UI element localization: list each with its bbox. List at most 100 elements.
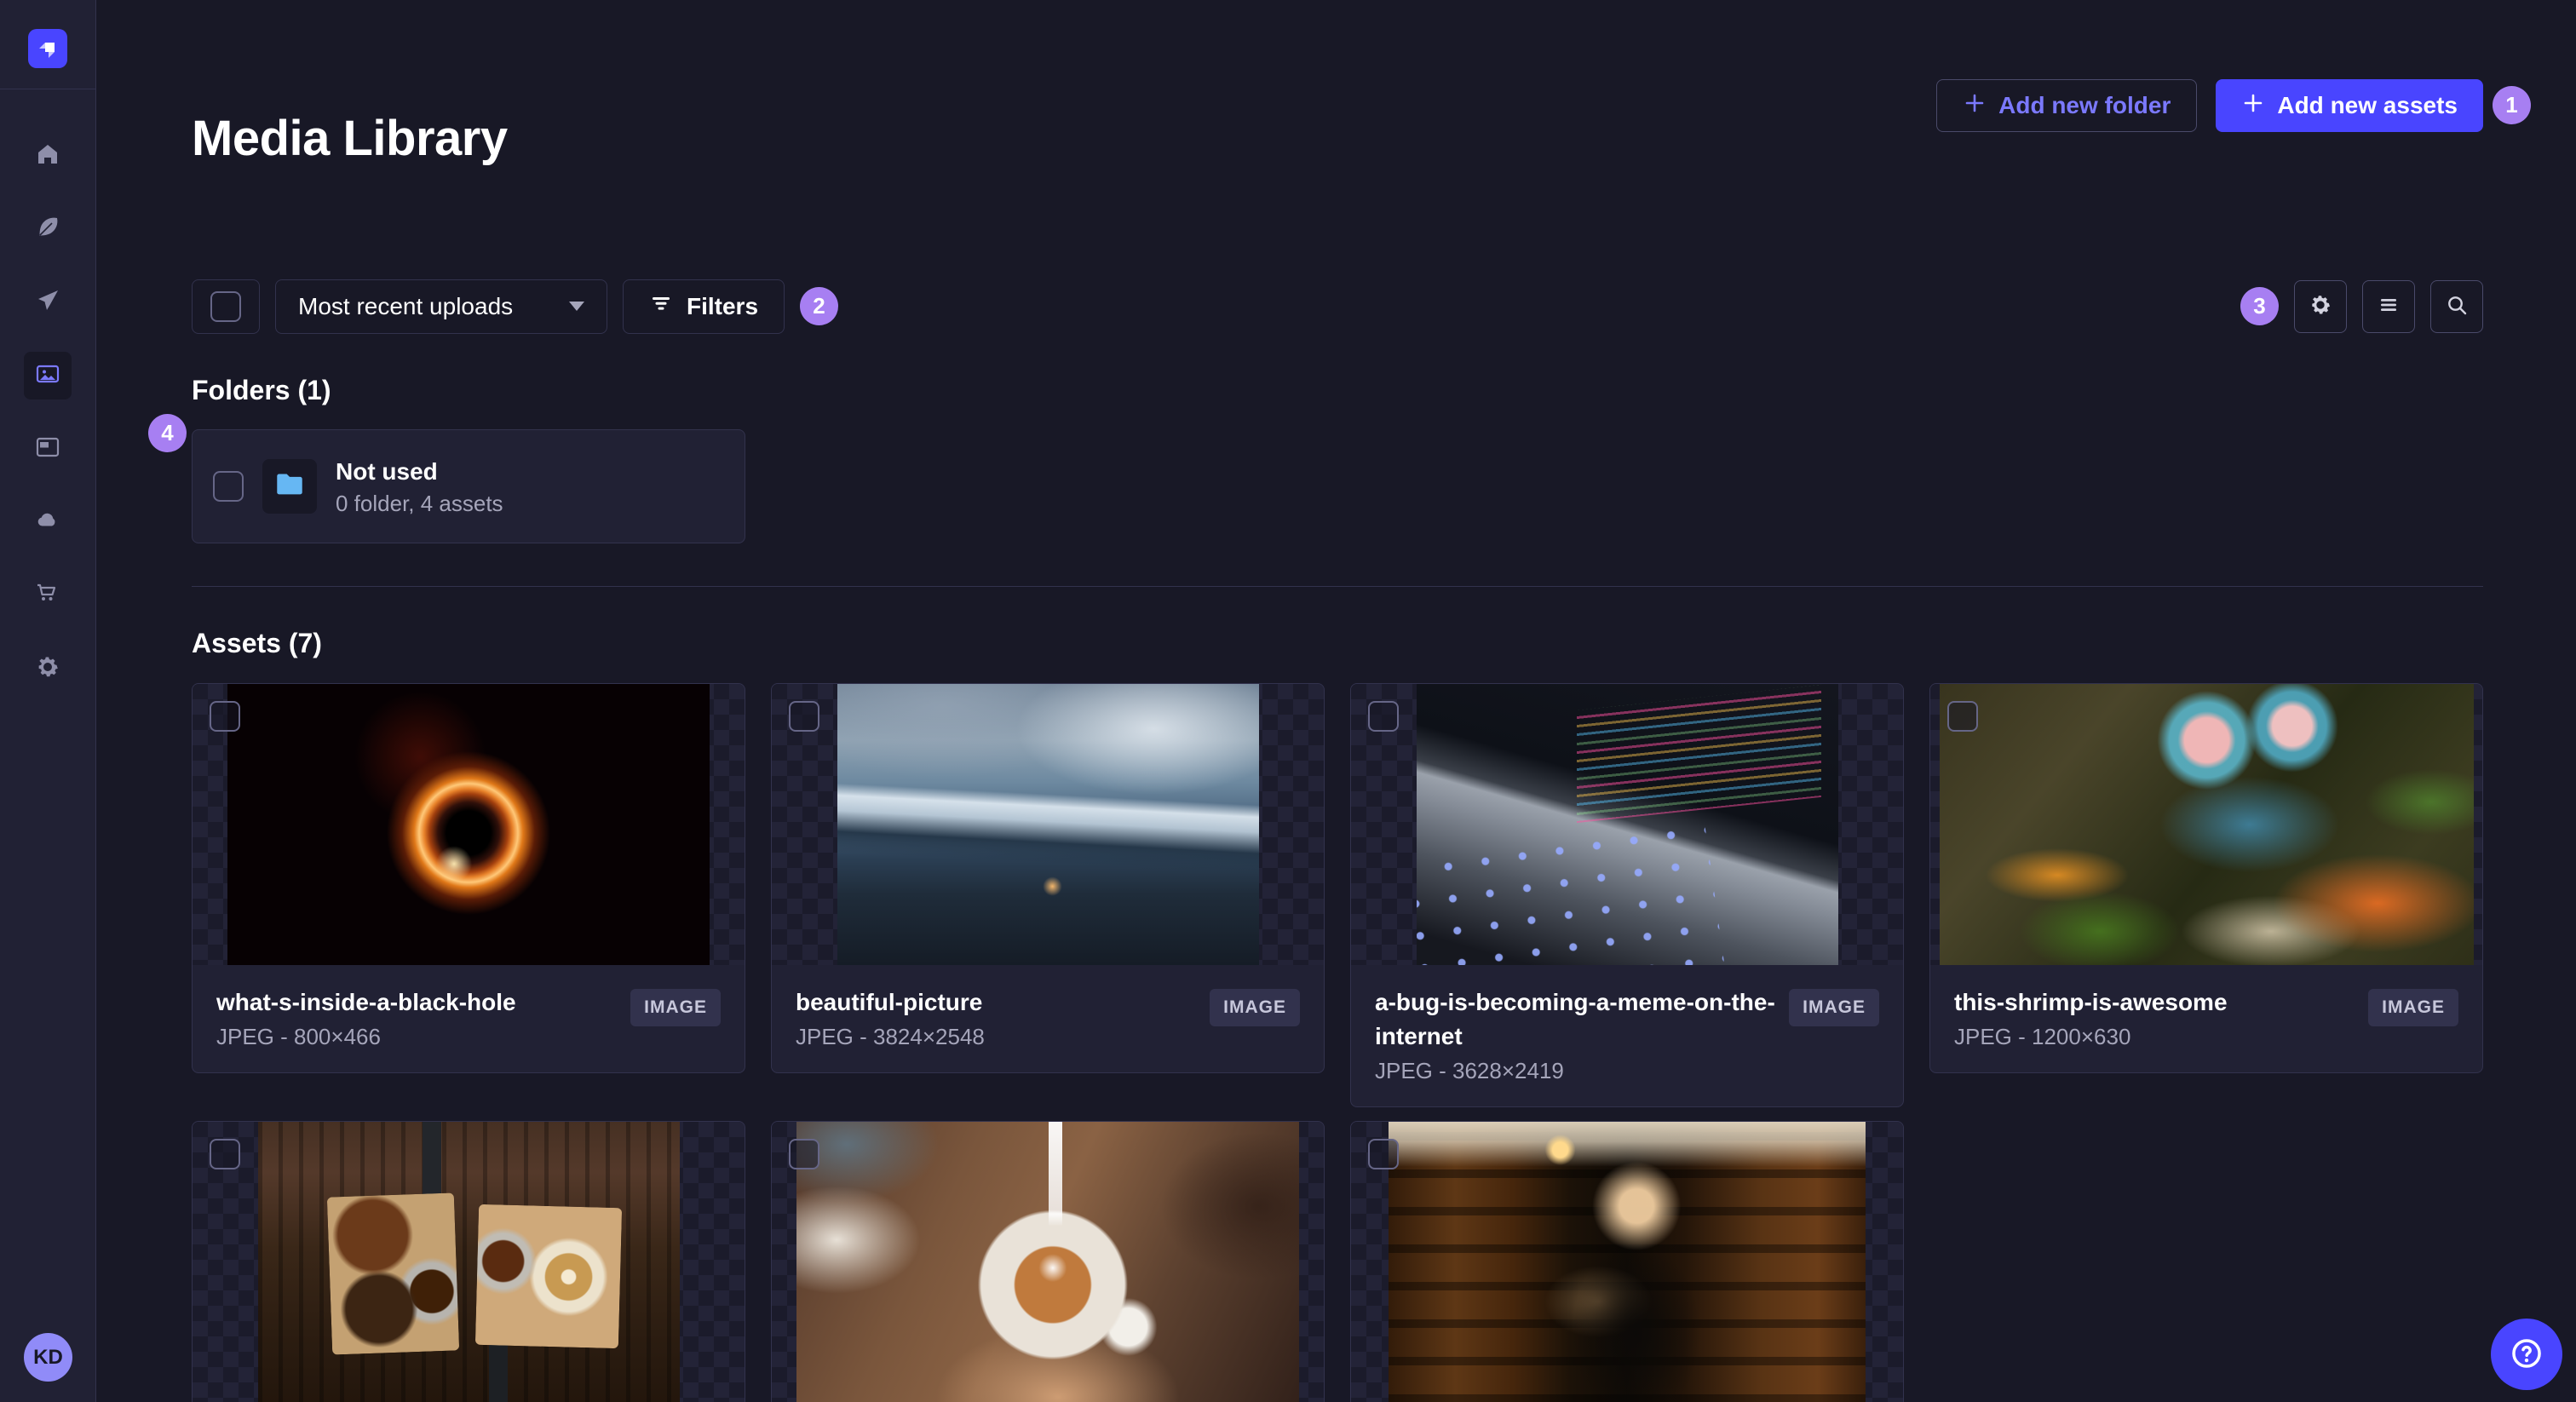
asset-card[interactable]: this-shrimp-is-awesome JPEG - 1200×630 I…	[1929, 682, 2483, 1073]
view-settings-button[interactable]	[2294, 279, 2347, 333]
assets-heading: Assets (7)	[192, 628, 322, 659]
asset-checkbox[interactable]	[1947, 700, 1978, 732]
asset-card[interactable]: coffee-beans JPEG - 5021×3347 IMAGE	[192, 1120, 745, 1402]
laptop-code-photo	[1416, 683, 1838, 965]
section-divider	[192, 586, 2483, 588]
search-icon	[2445, 293, 2469, 319]
asset-title: what-s-inside-a-black-hole	[216, 988, 516, 1015]
step-badge-4: 4	[148, 413, 187, 452]
folder-subtitle: 0 folder, 4 assets	[336, 490, 503, 516]
toolbar-left: Most recent uploads Filters 2	[192, 279, 839, 334]
asset-card[interactable]: the-internet-s-own-boy JPEG - 1200×707 I…	[1350, 1120, 1904, 1402]
asset-title: a-bug-is-becoming-a-meme-on-the-internet	[1375, 988, 1775, 1049]
select-all-checkbox[interactable]	[210, 290, 241, 322]
coffee-beans-photo	[257, 1121, 680, 1402]
sidebar-item-media-library[interactable]	[24, 352, 72, 399]
page-header: Media Library Add new folder Add new ass…	[192, 78, 2531, 199]
sidebar-item-deploy[interactable]	[24, 498, 72, 546]
search-button[interactable]	[2430, 279, 2483, 333]
help-button[interactable]	[2491, 1319, 2562, 1390]
asset-type-badge: IMAGE	[2368, 988, 2458, 1026]
asset-checkbox[interactable]	[789, 700, 819, 732]
question-mark-icon	[2509, 1336, 2544, 1374]
asset-info: what-s-inside-a-black-hole JPEG - 800×46…	[216, 985, 617, 1052]
cart-icon	[35, 581, 60, 611]
sort-dropdown-value: Most recent uploads	[298, 292, 514, 319]
asset-card[interactable]: beautiful-picture JPEG - 3824×2548 IMAGE	[771, 682, 1325, 1073]
mountains-photo	[837, 683, 1259, 965]
folder-checkbox[interactable]	[213, 471, 244, 503]
page-title: Media Library	[192, 110, 508, 166]
asset-card[interactable]: what-s-inside-a-black-hole JPEG - 800×46…	[192, 682, 745, 1073]
black-hole-photo	[227, 683, 710, 965]
asset-card[interactable]: a-bug-is-becoming-a-meme-on-the-internet…	[1350, 682, 1904, 1107]
list-view-button[interactable]	[2362, 279, 2415, 333]
sidebar-item-releases[interactable]	[24, 279, 72, 326]
filters-label: Filters	[687, 292, 759, 319]
sidebar-item-settings[interactable]	[24, 645, 72, 692]
asset-info: a-bug-is-becoming-a-meme-on-the-internet…	[1375, 985, 1775, 1086]
asset-title: beautiful-picture	[796, 988, 983, 1015]
asset-thumbnail	[772, 1121, 1324, 1402]
asset-thumbnail	[1351, 683, 1903, 965]
paper-plane-icon	[35, 288, 60, 318]
coffee-art-photo	[796, 1121, 1299, 1402]
asset-card[interactable]: coffee-art JPEG - 5824×3259 IMAGE	[771, 1120, 1325, 1402]
plus-icon	[1963, 91, 1987, 121]
sidebar-nav	[0, 119, 95, 705]
strapi-logo-icon[interactable]	[28, 29, 67, 68]
asset-checkbox[interactable]	[789, 1138, 819, 1169]
asset-thumbnail	[1351, 1121, 1903, 1402]
add-new-assets-button[interactable]: Add new assets	[2216, 79, 2483, 132]
step-badge-2: 2	[800, 287, 839, 326]
asset-type-badge: IMAGE	[1210, 988, 1300, 1026]
media-library-page: KD Media Library Add new folder Add new …	[0, 0, 2576, 1402]
asset-checkbox[interactable]	[210, 1138, 240, 1169]
folder-title: Not used	[336, 457, 438, 485]
asset-info: this-shrimp-is-awesome JPEG - 1200×630	[1954, 985, 2355, 1052]
asset-checkbox[interactable]	[1368, 700, 1399, 732]
asset-meta: JPEG - 3628×2419	[1375, 1057, 1564, 1083]
asset-meta: JPEG - 800×466	[216, 1023, 381, 1049]
folder-icon	[275, 472, 304, 502]
sidebar-item-content-manager[interactable]	[24, 425, 72, 473]
plus-icon	[2241, 91, 2265, 121]
sidebar-item-marketplace[interactable]	[24, 572, 72, 619]
select-all-button[interactable]	[192, 279, 260, 334]
chevron-down-icon	[569, 302, 584, 312]
feather-icon	[35, 215, 60, 244]
asset-thumbnail	[772, 683, 1324, 965]
asset-info: beautiful-picture JPEG - 3824×2548	[796, 985, 1196, 1052]
sidebar-item-home[interactable]	[24, 132, 72, 180]
asset-card-footer: what-s-inside-a-black-hole JPEG - 800×46…	[193, 965, 745, 1072]
asset-card-footer: this-shrimp-is-awesome JPEG - 1200×630 I…	[1930, 965, 2482, 1072]
add-new-folder-button[interactable]: Add new folder	[1936, 79, 2198, 132]
toolbar: Most recent uploads Filters 2 3	[192, 279, 2483, 334]
step-badge-1: 1	[2493, 86, 2531, 124]
add-new-folder-label: Add new folder	[1998, 92, 2171, 118]
asset-meta: JPEG - 1200×630	[1954, 1023, 2131, 1049]
asset-checkbox[interactable]	[1368, 1138, 1399, 1169]
folder-card[interactable]: Not used 0 folder, 4 assets	[192, 429, 745, 544]
user-avatar[interactable]: KD	[24, 1333, 72, 1382]
toolbar-right: 3	[2240, 279, 2483, 333]
content-manager-icon	[35, 434, 60, 464]
asset-thumbnail	[1930, 683, 2482, 965]
main-content: Media Library Add new folder Add new ass…	[96, 0, 2576, 1402]
asset-thumbnail	[193, 1121, 745, 1402]
sort-dropdown[interactable]: Most recent uploads	[275, 279, 607, 334]
folder-info: Not used 0 folder, 4 assets	[336, 457, 503, 517]
gear-icon	[2309, 293, 2332, 319]
filter-icon	[649, 291, 673, 321]
sidebar-item-content-builder[interactable]	[24, 205, 72, 253]
list-icon	[2377, 293, 2401, 319]
folders-heading: Folders (1)	[192, 374, 331, 405]
assets-grid: what-s-inside-a-black-hole JPEG - 800×46…	[192, 682, 2483, 1402]
asset-thumbnail	[193, 683, 745, 965]
asset-title: this-shrimp-is-awesome	[1954, 988, 2228, 1015]
add-new-assets-label: Add new assets	[2277, 92, 2458, 118]
asset-type-badge: IMAGE	[630, 988, 721, 1026]
asset-checkbox[interactable]	[210, 700, 240, 732]
filters-button[interactable]: Filters	[623, 279, 785, 334]
cloud-icon	[35, 508, 60, 537]
